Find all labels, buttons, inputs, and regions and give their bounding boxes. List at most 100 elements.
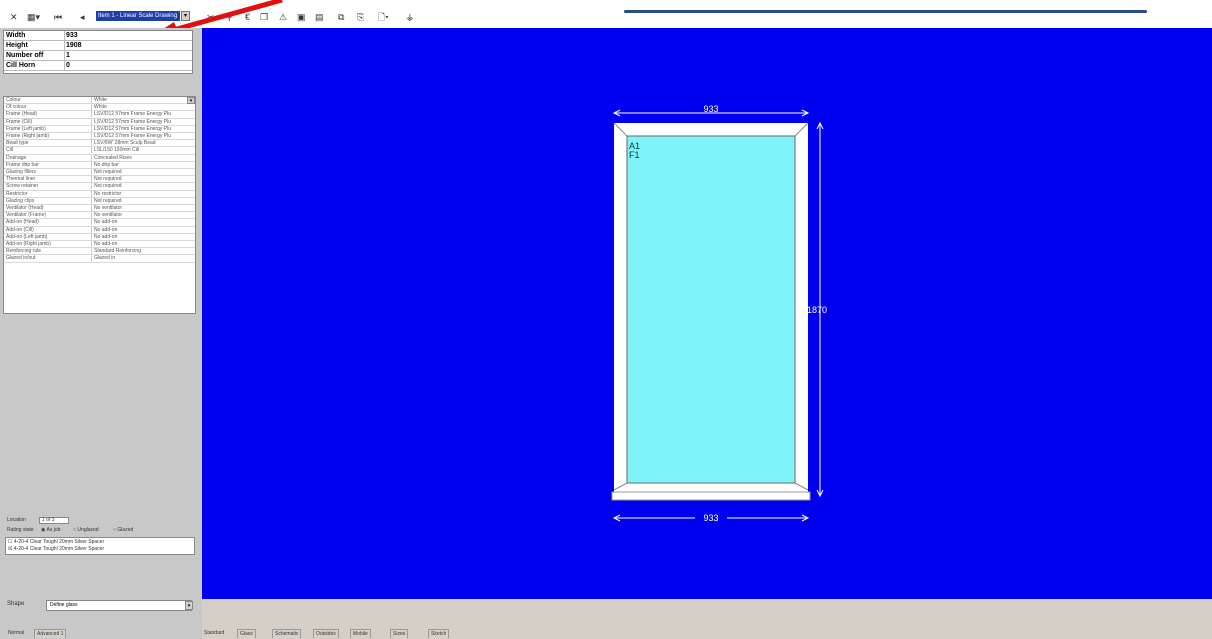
property-row[interactable]: Ventilator (Head) No ventilator [4,205,195,213]
property-value[interactable]: No add-on [94,219,117,225]
property-value[interactable]: LSL/150 150mm Cill [94,147,139,153]
window-cill [611,491,811,501]
property-value[interactable]: No restrictor [94,191,121,197]
tab-sketch[interactable]: Sketch [428,629,450,638]
property-value[interactable]: No add-on [94,241,117,247]
tab-sizes[interactable]: Sizes [390,629,409,638]
property-label: Frame (Cill) [6,118,33,125]
glass-row[interactable]: ☒ 4-20-4 Clear Toughl 20mm Silver Spacer [8,546,104,553]
window-icon[interactable]: ▤ [315,11,324,23]
property-row[interactable]: Frame (Head) LSV/D12 57mm Frame Energy Pl… [4,111,195,119]
window-drawing: 933 A1 F1 1870 933 [611,104,827,523]
property-row[interactable]: Reinforcing rule Standard Reinforcing [4,248,195,256]
radio-label: Unglazed [77,527,99,533]
shape-select[interactable]: Define glass [46,600,192,611]
property-value[interactable]: LSV/D12 57mm Frame Energy Plu [94,133,171,139]
property-value[interactable]: Concealed Rises [94,155,132,161]
chevron-down-icon[interactable]: ▾ [185,601,193,610]
property-row[interactable]: Glazed in/out Glazed in [4,255,195,263]
property-row[interactable]: Frame (Cill) LSV/D12 57mm Frame Energy Pl… [4,118,195,126]
property-value[interactable]: Not required [94,176,122,182]
property-label: Cill [6,147,13,154]
property-value[interactable]: No ventilator [94,205,122,211]
chevron-down-icon[interactable]: ▾ [187,97,195,104]
property-label: Frame drip bar [6,161,39,168]
property-value[interactable]: No add-on [94,227,117,233]
dimension-value[interactable]: 933 [66,31,78,40]
dimension-value[interactable]: 1 [66,51,70,60]
property-value[interactable]: White [94,97,107,103]
glass-list: ☐ 4-20-4 Clear Toughl 20mm Silver Spacer… [5,537,195,555]
tab-schematic[interactable]: Schematic [272,629,302,638]
zoom-icon[interactable]: ⚶ [406,11,414,23]
nav-first-icon[interactable]: ⏮ [54,11,62,23]
property-row[interactable]: Drainage Concealed Rises [4,154,195,162]
dimension-row[interactable]: Cill Horn 0 [4,61,192,71]
property-label: Frame (Right jamb) [6,133,50,139]
property-row[interactable]: Frame (Left jamb) LSV/D12 57mm Frame Ener… [4,125,195,133]
tab-standard[interactable]: Standard [202,629,226,638]
property-row[interactable]: Add-on (Right jamb) No add-on [4,241,195,249]
property-value[interactable]: LSV/D12 57mm Frame Energy Plu [94,126,171,132]
property-row[interactable]: Of colour White [4,104,195,112]
dimension-row[interactable]: Number off 1 [4,51,192,61]
save-icon[interactable]: ▣ [297,11,306,23]
tab-mobile[interactable]: Mobile [350,629,371,638]
dimension-row[interactable]: Height 1908 [4,41,192,51]
nav-prev-icon[interactable]: ◂ [80,11,85,23]
property-value[interactable]: White [94,104,107,110]
property-row[interactable]: Bead type LSV/6W' 28mm Sculp Bead [4,140,195,148]
property-row[interactable]: Add-on (Head) No add-on [4,219,195,227]
location-field[interactable]: 1 of 3 [39,517,69,524]
tab-glass[interactable]: Glass [237,629,256,638]
close-icon[interactable]: ✕ [10,11,18,23]
glass-row[interactable]: ☐ 4-20-4 Clear Toughl 20mm Silver Spacer [8,539,104,546]
property-row[interactable]: Cill LSL/150 150mm Cill [4,147,195,155]
property-label: Drainage [6,154,27,161]
property-row[interactable]: Colour White [4,97,195,105]
property-row[interactable]: Screw retainer Not required [4,183,195,191]
radio-unglazed[interactable]: ○ Unglazed [73,527,99,534]
pane-label-f1: F1 [629,150,640,160]
glass-spacer: 20mm Silver Spacer [59,539,105,545]
property-row[interactable]: Add-on (Left jamb) No add-on [4,233,195,241]
tab-advanced[interactable]: Advanced 1 [34,629,67,638]
property-value[interactable]: LSV/6W' 28mm Sculp Bead [94,140,156,146]
property-label: Colour [6,97,21,103]
property-label: Screw retainer [6,183,39,190]
drawing-canvas[interactable]: 933 A1 F1 1870 933 [202,28,1212,599]
property-row[interactable]: Restrictor No restrictor [4,190,195,198]
property-value[interactable]: Glazed in [94,255,115,261]
copy-frame-icon[interactable]: ⧉ [338,11,344,23]
property-row[interactable]: Frame (Right jamb) LSV/D12 57mm Frame Ene… [4,133,195,141]
radio-glazed[interactable]: ○ Glazed [113,527,133,534]
dimension-value[interactable]: 0 [66,61,70,70]
property-value[interactable]: Standard Reinforcing [94,248,141,254]
radio-as-job[interactable]: ◉ As job [41,527,60,534]
property-value[interactable]: Not required [94,169,122,175]
document-icon[interactable]: 🗋▾ [378,11,389,23]
property-row[interactable]: Glazing clips Not required [4,197,195,205]
property-value[interactable]: No ventilator [94,212,122,218]
property-row[interactable]: Ventilator (Frame) No ventilator [4,212,195,220]
property-row[interactable]: Frame drip bar No drip bar [4,161,195,169]
property-value[interactable]: Not required [94,183,122,189]
rating-label: Rating state [7,527,34,533]
property-value[interactable]: LSV/D12 57mm Frame Energy Plu [94,119,171,125]
property-value[interactable]: No add-on [94,234,117,240]
property-value[interactable]: No drip bar [94,162,119,168]
property-value[interactable]: Not required [94,198,122,204]
layout-icon[interactable]: ▦▾ [27,11,40,23]
tab-normal[interactable]: Normal [6,629,26,638]
property-row[interactable]: Thermal liner Not required [4,176,195,184]
dimension-row[interactable]: Width 933 [4,31,192,41]
glass-pane [626,135,796,484]
property-label: Add-on (Head) [6,219,39,226]
property-value[interactable]: LSV/D12 57mm Frame Energy Plu [94,111,171,117]
property-row[interactable]: Glazing fillers Not required [4,169,195,177]
property-label: Frame (Left jamb) [6,125,46,132]
paste-frame-icon[interactable]: ⎘ [357,11,364,23]
tab-outsides[interactable]: Outsides [313,629,339,638]
property-row[interactable]: Add-on (Cill) No add-on [4,226,195,234]
dimension-value[interactable]: 1908 [66,41,82,50]
